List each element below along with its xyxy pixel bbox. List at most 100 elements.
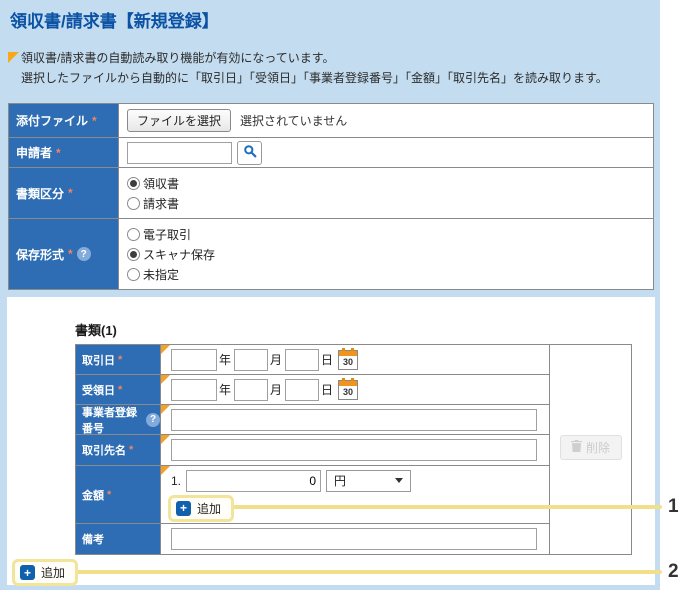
business-number-label-cell: 事業者登録番号 ? <box>76 405 161 435</box>
delete-document-button[interactable]: 削除 <box>559 435 622 460</box>
notice-line-1: 領収書/請求書の自動読み取り機能が有効になっています。 <box>21 51 335 65</box>
doc-class-label: 書類区分 <box>16 186 65 201</box>
add-amount-button-label: 追加 <box>197 501 222 516</box>
transaction-day-input[interactable] <box>285 348 320 371</box>
applicant-row: 申請者 * <box>9 138 653 168</box>
amount-row: 金額 * 1. 円 + <box>76 466 549 524</box>
required-mark: * <box>92 113 97 128</box>
callout-line-1 <box>222 505 662 509</box>
required-mark: * <box>68 186 73 200</box>
radio-icon[interactable] <box>127 227 140 241</box>
notes-label-cell: 備考 <box>76 524 161 554</box>
notes-input[interactable] <box>171 528 537 550</box>
amount-index-label: 1. <box>171 473 182 488</box>
applicant-input[interactable] <box>127 141 232 164</box>
auto-read-notice: 領収書/請求書の自動読み取り機能が有効になっています。 選択したファイルから自動… <box>8 49 653 89</box>
auto-read-marker-icon <box>161 375 170 384</box>
notes-label: 備考 <box>82 534 104 546</box>
required-mark: * <box>118 353 123 366</box>
radio-option-scanner[interactable]: スキャナ保存 <box>127 246 215 263</box>
help-icon[interactable]: ? <box>76 247 91 261</box>
radio-label: 未指定 <box>143 267 180 282</box>
required-mark: * <box>107 488 112 501</box>
business-number-input[interactable] <box>171 408 537 431</box>
calendar-icon[interactable]: 30 <box>338 347 359 370</box>
business-number-row: 事業者登録番号 ? <box>76 405 549 435</box>
amount-input[interactable] <box>186 469 322 492</box>
receipt-date-label: 受領日 <box>82 384 115 397</box>
radio-label: 領収書 <box>143 176 180 191</box>
save-format-row: 保存形式 * ? 電子取引 スキャナ保存 未指定 <box>9 219 653 289</box>
radio-icon-selected[interactable] <box>127 247 140 261</box>
vendor-name-input[interactable] <box>171 439 537 461</box>
business-number-label: 事業者登録番号 <box>82 406 137 435</box>
receipt-year-input[interactable] <box>171 378 217 401</box>
radio-option-unspecified[interactable]: 未指定 <box>127 266 215 283</box>
receipt-day-input[interactable] <box>285 378 320 401</box>
year-unit-label: 年 <box>219 353 232 367</box>
file-status-text: 選択されていません <box>240 114 348 128</box>
transaction-date-row: 取引日 * 年 月 日 30 <box>76 345 549 375</box>
auto-read-marker-icon <box>161 435 170 444</box>
callout-line-2 <box>72 570 662 574</box>
add-document-button[interactable]: + 追加 <box>20 564 65 581</box>
radio-label: 電子取引 <box>143 227 192 242</box>
currency-select[interactable]: 円 <box>326 469 412 492</box>
vendor-name-label: 取引先名 <box>82 445 126 457</box>
doc-class-label-cell: 書類区分 * <box>9 168 119 218</box>
auto-read-marker-icon <box>161 405 170 414</box>
transaction-month-input[interactable] <box>234 348 269 371</box>
radio-label: 請求書 <box>143 196 180 211</box>
month-unit-label: 月 <box>270 383 283 397</box>
save-format-label: 保存形式 <box>16 247 65 262</box>
auto-read-marker-icon <box>161 345 170 354</box>
search-icon <box>243 144 257 161</box>
applicant-search-button[interactable] <box>237 140 262 165</box>
doc-class-row: 書類区分 * 領収書 請求書 <box>9 168 653 219</box>
radio-option-electronic[interactable]: 電子取引 <box>127 226 215 243</box>
radio-label: スキャナ保存 <box>143 247 216 262</box>
required-mark: * <box>56 145 61 160</box>
required-mark: * <box>129 444 134 456</box>
receipt-date-label-cell: 受領日 * <box>76 375 161 404</box>
radio-option-invoice[interactable]: 請求書 <box>127 195 179 212</box>
radio-icon[interactable] <box>127 267 140 281</box>
radio-option-receipt[interactable]: 領収書 <box>127 175 179 192</box>
notice-line-2: 選択したファイルから自動的に「取引日」「受領日」「事業者登録番号」「金額」「取引… <box>21 70 608 85</box>
main-form-table: 添付ファイル * ファイルを選択 選択されていません 申請者 * 書類区分 * … <box>8 103 654 290</box>
plus-icon: + <box>20 565 35 580</box>
auto-read-marker-icon <box>161 466 170 475</box>
chevron-down-icon <box>395 478 404 483</box>
add-amount-callout-box: + 追加 <box>168 494 235 522</box>
file-select-button[interactable]: ファイルを選択 <box>127 109 232 132</box>
document-actions-column: 削除 <box>549 345 631 554</box>
receipt-month-input[interactable] <box>234 378 269 401</box>
help-icon[interactable]: ? <box>146 412 160 427</box>
amount-label: 金額 <box>82 489 104 502</box>
day-unit-label: 日 <box>321 383 334 397</box>
callout-number-1: 1 <box>668 496 679 517</box>
document-section-heading: 書類(1) <box>75 323 117 338</box>
required-mark: * <box>68 247 73 261</box>
receipt-invoice-registration-page: 領収書/請求書【新規登録】 領収書/請求書の自動読み取り機能が有効になっています… <box>0 0 690 590</box>
attachment-label-cell: 添付ファイル * <box>9 104 119 137</box>
add-amount-button[interactable]: + 追加 <box>176 500 221 517</box>
add-document-button-label: 追加 <box>41 566 66 580</box>
required-mark: * <box>118 383 123 396</box>
callout-number-2: 2 <box>668 561 679 582</box>
transaction-date-label-cell: 取引日 * <box>76 345 161 374</box>
month-unit-label: 月 <box>270 353 283 367</box>
save-format-label-cell: 保存形式 * ? <box>9 219 119 289</box>
radio-icon-selected[interactable] <box>127 176 140 190</box>
calendar-icon[interactable]: 30 <box>338 377 359 400</box>
trash-icon <box>570 440 582 455</box>
doc-class-radio-group: 領収書 請求書 <box>127 175 179 212</box>
add-document-callout-box: + 追加 <box>12 559 79 586</box>
transaction-year-input[interactable] <box>171 348 217 371</box>
radio-icon[interactable] <box>127 196 140 210</box>
plus-icon: + <box>176 500 191 516</box>
vendor-name-row: 取引先名 * <box>76 435 549 466</box>
transaction-date-label: 取引日 <box>82 354 115 367</box>
applicant-label-cell: 申請者 * <box>9 138 119 167</box>
day-unit-label: 日 <box>321 353 334 367</box>
